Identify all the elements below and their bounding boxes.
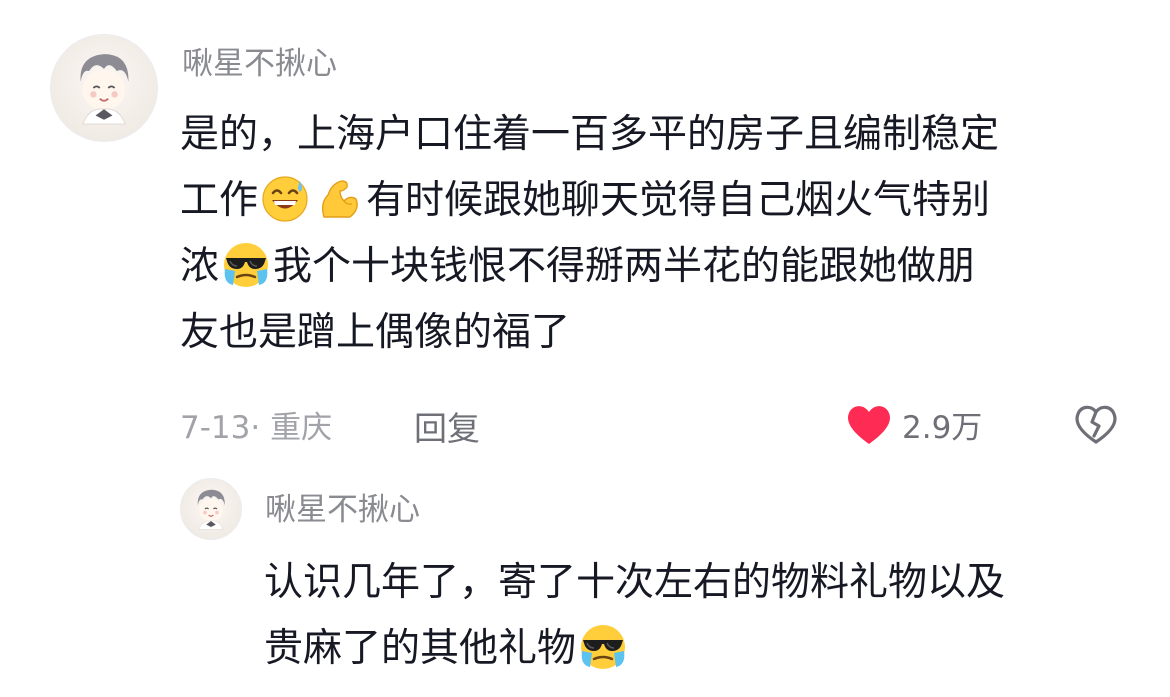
sunglasses-crying-emoji bbox=[221, 239, 271, 289]
comment-text-segment: 工作 bbox=[180, 178, 259, 223]
comment-text-segment: 友也是蹭上偶像的福了 bbox=[180, 310, 571, 355]
avatar[interactable] bbox=[50, 34, 158, 142]
reply-button[interactable]: 回复 bbox=[414, 402, 480, 450]
comment-text-segment: 是的，上海户口住着一百多平的房子且编制稳定 bbox=[180, 112, 1000, 157]
avatar-illustration bbox=[80, 54, 129, 125]
avatar-illustration bbox=[197, 489, 225, 530]
comment-meta: 7-13· 重庆 回复 2.9万 bbox=[180, 400, 1140, 448]
broken-heart-icon[interactable] bbox=[1072, 400, 1120, 448]
grin-sweat-emoji bbox=[260, 173, 310, 223]
heart-icon[interactable] bbox=[845, 402, 893, 446]
comment-line: 是的，上海户口住着一百多平的房子且编制稳定 bbox=[180, 102, 1140, 168]
comment-text-segment: 我个十块钱恨不得掰两半花的能跟她做朋 bbox=[273, 244, 976, 289]
comment-line: 友也是蹭上偶像的福了 bbox=[180, 300, 1140, 366]
comment-text-segment: 浓 bbox=[180, 244, 220, 289]
like-count: 2.9万 bbox=[902, 410, 983, 446]
reply-text: 认识几年了，寄了十次左右的物料礼物以及 贵麻了的其他礼物 bbox=[264, 550, 1144, 682]
comment-line: 工作 有时候跟她聊天觉得自己烟火气特别 bbox=[180, 168, 1140, 234]
reply-line: 贵麻了的其他礼物 bbox=[264, 616, 1144, 682]
reply-avatar[interactable] bbox=[180, 478, 242, 540]
reply-username[interactable]: 啾星不揪心 bbox=[265, 490, 420, 530]
comment-username[interactable]: 啾星不揪心 bbox=[182, 44, 337, 84]
reply-text-segment: 认识几年了，寄了十次左右的物料礼物以及 bbox=[264, 560, 1006, 605]
reply-line: 认识几年了，寄了十次左右的物料礼物以及 bbox=[264, 550, 1144, 616]
comment-text-segment: 有时候跟她聊天觉得自己烟火气特别 bbox=[366, 178, 991, 223]
sunglasses-crying-emoji bbox=[578, 621, 628, 671]
comment-text: 是的，上海户口住着一百多平的房子且编制稳定 工作 有时候跟她聊天觉得自己烟火气特别浓… bbox=[180, 102, 1140, 366]
reply-text-segment: 贵麻了的其他礼物 bbox=[264, 626, 577, 671]
comment-date-location: 7-13· 重庆 bbox=[180, 410, 333, 446]
comment-line: 浓 我个十块钱恨不得掰两半花的能跟她做朋 bbox=[180, 234, 1140, 300]
flexed-biceps-emoji bbox=[314, 173, 364, 223]
